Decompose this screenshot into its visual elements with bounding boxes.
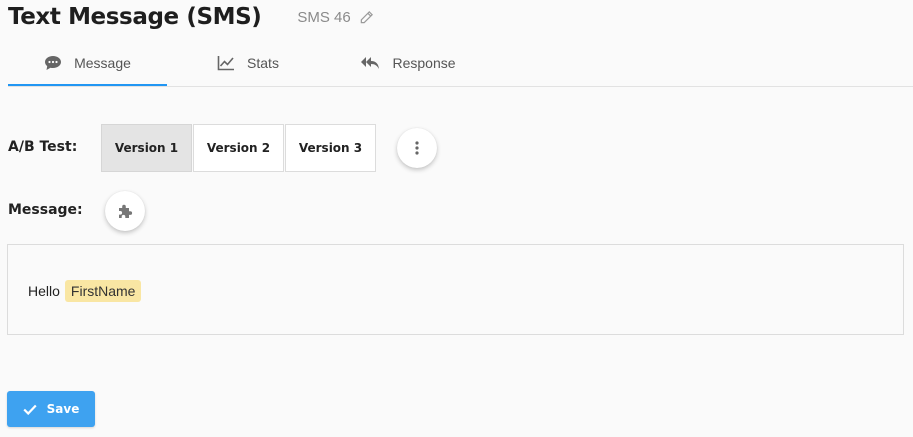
more-options-button[interactable]: [397, 128, 437, 168]
page-title: Text Message (SMS): [8, 4, 262, 30]
version-2-button[interactable]: Version 2: [193, 124, 284, 172]
ab-test-label: A/B Test:: [8, 139, 78, 155]
message-label: Message:: [8, 202, 83, 218]
tab-label: Message: [74, 55, 131, 71]
vertical-dots-icon: [415, 141, 419, 155]
tab-stats[interactable]: Stats: [208, 42, 288, 84]
insert-field-button[interactable]: [105, 191, 145, 231]
save-button[interactable]: Save: [7, 391, 95, 427]
message-editor[interactable]: Hello FirstName: [7, 244, 904, 335]
checkmark-icon: [23, 404, 37, 415]
version-1-button[interactable]: Version 1: [101, 124, 192, 172]
sms-identifier: SMS 46: [297, 8, 351, 26]
tab-response[interactable]: Response: [353, 42, 463, 84]
subtitle: SMS 46: [297, 9, 373, 26]
reply-all-icon: [360, 55, 380, 71]
tab-label: Stats: [247, 55, 279, 71]
save-button-label: Save: [46, 402, 80, 416]
line-chart-icon: [217, 55, 235, 71]
page-header: Text Message (SMS) SMS 46: [8, 0, 374, 34]
version-3-button[interactable]: Version 3: [285, 124, 376, 172]
merge-field-token[interactable]: FirstName: [64, 280, 142, 302]
message-content: Hello FirstName: [28, 280, 142, 302]
tab-label: Response: [392, 55, 456, 71]
version-selector: Version 1 Version 2 Version 3: [101, 124, 377, 172]
speech-bubble-icon: [44, 55, 62, 71]
pencil-icon[interactable]: [359, 10, 374, 25]
puzzle-piece-icon: [117, 203, 133, 219]
tab-bar: Message Stats Response: [8, 42, 913, 87]
tab-message[interactable]: Message: [8, 42, 167, 86]
message-text: Hello: [28, 283, 60, 299]
